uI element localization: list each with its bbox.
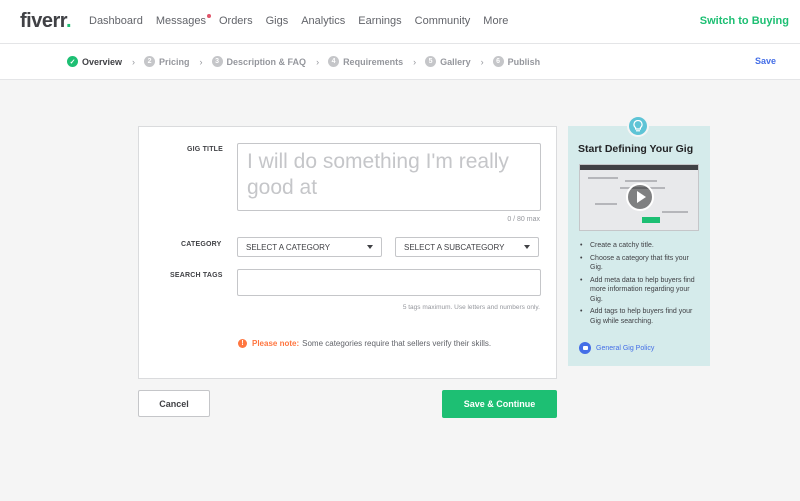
main-nav: Dashboard Messages Orders Gigs Analytics… bbox=[89, 14, 521, 27]
video-camera-icon bbox=[579, 342, 591, 354]
step-number: 4 bbox=[328, 56, 340, 67]
chevron-right-icon: › bbox=[413, 56, 417, 67]
step-gallery[interactable]: 5 Gallery › bbox=[425, 56, 493, 67]
category-label: CATEGORY bbox=[181, 241, 222, 248]
subcategory-select[interactable]: SELECT A SUBCATEGORY bbox=[395, 237, 539, 257]
steps-breadcrumb: ✓ Overview › 2 Pricing › 3 Description &… bbox=[67, 56, 540, 67]
save-link[interactable]: Save bbox=[755, 56, 776, 66]
play-icon[interactable] bbox=[626, 183, 654, 211]
switch-to-buying-link[interactable]: Switch to Buying bbox=[700, 15, 789, 27]
category-note: ! Please note: Some categories require t… bbox=[238, 339, 491, 348]
step-description-faq[interactable]: 3 Description & FAQ › bbox=[211, 56, 329, 67]
gig-title-input[interactable] bbox=[247, 149, 531, 205]
logo-dot: . bbox=[65, 10, 72, 32]
step-label: Overview bbox=[82, 56, 123, 67]
category-select[interactable]: SELECT A CATEGORY bbox=[237, 237, 382, 257]
video-thumbnail-line bbox=[625, 180, 657, 182]
step-overview[interactable]: ✓ Overview › bbox=[67, 56, 144, 67]
chevron-right-icon: › bbox=[132, 56, 136, 67]
lightbulb-icon bbox=[627, 115, 649, 137]
nav-more[interactable]: More bbox=[483, 15, 508, 27]
chevron-right-icon: › bbox=[199, 56, 203, 67]
nav-gigs[interactable]: Gigs bbox=[266, 15, 289, 27]
tip-item: Choose a category that fits your Gig. bbox=[579, 254, 703, 273]
tip-item: Add tags to help buyers find your Gig wh… bbox=[579, 307, 703, 326]
nav-community[interactable]: Community bbox=[415, 15, 471, 27]
nav-orders[interactable]: Orders bbox=[219, 15, 253, 27]
tips-list: Create a catchy title. Choose a category… bbox=[579, 241, 703, 329]
step-number: 6 bbox=[492, 56, 504, 67]
video-thumbnail-line bbox=[662, 211, 688, 213]
tip-item: Add meta data to help buyers find more i… bbox=[579, 276, 703, 305]
note-prefix: Please note: bbox=[252, 339, 300, 348]
general-gig-policy-link[interactable]: General Gig Policy bbox=[579, 342, 654, 354]
tags-hint: 5 tags maximum. Use letters and numbers … bbox=[402, 304, 540, 311]
help-panel-title: Start Defining Your Gig bbox=[578, 143, 694, 155]
nav-analytics[interactable]: Analytics bbox=[301, 15, 345, 27]
title-char-counter: 0 / 80 max bbox=[507, 216, 540, 223]
help-panel: Start Defining Your Gig Create a catchy … bbox=[568, 126, 710, 366]
gig-title-label: GIG TITLE bbox=[187, 146, 224, 153]
fiverr-logo[interactable]: fiverr. bbox=[20, 10, 72, 33]
subcategory-select-value: SELECT A SUBCATEGORY bbox=[404, 242, 505, 252]
step-label: Pricing bbox=[159, 56, 190, 67]
unread-dot-icon bbox=[206, 14, 211, 18]
search-tags-input[interactable] bbox=[238, 270, 540, 295]
save-and-continue-button[interactable]: Save & Continue bbox=[442, 390, 557, 418]
policy-label: General Gig Policy bbox=[596, 344, 655, 352]
note-text: Some categories require that sellers ver… bbox=[302, 339, 492, 348]
caret-down-icon bbox=[367, 245, 373, 249]
video-thumbnail-button bbox=[642, 217, 660, 223]
gig-title-field[interactable] bbox=[237, 143, 541, 211]
video-thumbnail-line bbox=[588, 177, 618, 179]
step-label: Gallery bbox=[440, 56, 471, 67]
step-requirements[interactable]: 4 Requirements › bbox=[328, 56, 425, 67]
category-select-value: SELECT A CATEGORY bbox=[246, 242, 331, 252]
step-label: Requirements bbox=[343, 56, 404, 67]
step-label: Publish bbox=[507, 56, 541, 67]
tip-item: Create a catchy title. bbox=[579, 241, 703, 251]
video-thumbnail-line bbox=[595, 203, 617, 205]
gig-overview-form: GIG TITLE 0 / 80 max CATEGORY SELECT A C… bbox=[138, 126, 557, 379]
caret-down-icon bbox=[524, 245, 530, 249]
step-pricing[interactable]: 2 Pricing › bbox=[144, 56, 212, 67]
tutorial-video[interactable] bbox=[579, 164, 699, 231]
logo-text: fiverr bbox=[20, 10, 66, 32]
step-check-icon: ✓ bbox=[67, 56, 78, 67]
step-number: 3 bbox=[211, 56, 223, 67]
chevron-right-icon: › bbox=[480, 56, 484, 67]
search-tags-field[interactable] bbox=[237, 269, 541, 296]
info-icon: ! bbox=[238, 339, 247, 348]
top-navbar: fiverr. Dashboard Messages Orders Gigs A… bbox=[0, 0, 800, 44]
cancel-button[interactable]: Cancel bbox=[138, 390, 210, 417]
nav-dashboard[interactable]: Dashboard bbox=[89, 15, 143, 27]
nav-messages-label: Messages bbox=[155, 15, 206, 27]
nav-messages[interactable]: Messages bbox=[155, 14, 211, 27]
step-number: 5 bbox=[425, 56, 437, 67]
step-label: Description & FAQ bbox=[226, 56, 307, 67]
step-number: 2 bbox=[144, 56, 156, 67]
video-thumbnail-bar bbox=[580, 165, 698, 170]
search-tags-label: SEARCH TAGS bbox=[170, 272, 223, 279]
gig-steps-bar: ✓ Overview › 2 Pricing › 3 Description &… bbox=[0, 44, 800, 80]
step-publish[interactable]: 6 Publish bbox=[492, 56, 541, 67]
chevron-right-icon: › bbox=[316, 56, 320, 67]
nav-earnings[interactable]: Earnings bbox=[358, 15, 401, 27]
